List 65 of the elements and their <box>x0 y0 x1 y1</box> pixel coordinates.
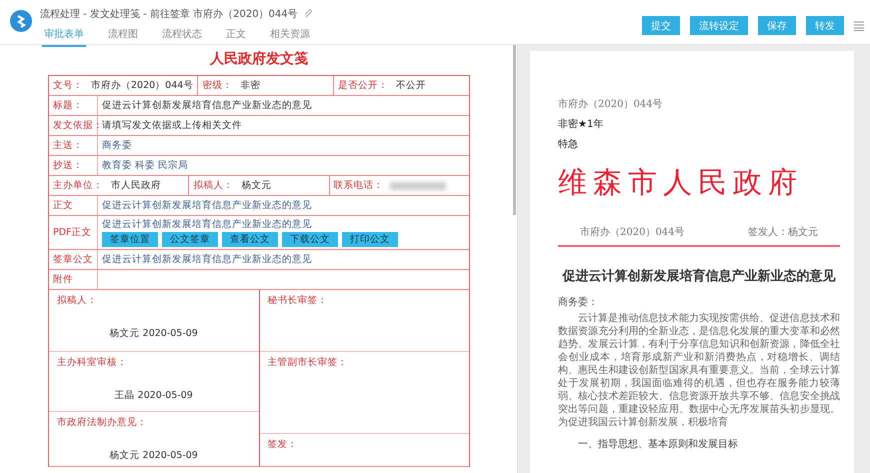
document-action-button[interactable]: 公文签章 <box>162 232 218 247</box>
field-value: 非密 <box>239 79 262 92</box>
app-logo-icon <box>10 10 32 32</box>
field-label: 签章公文 <box>49 250 98 269</box>
action-button[interactable]: 保存 <box>758 16 796 35</box>
urgency-level: 特急 <box>558 138 579 151</box>
action-button[interactable]: 提交 <box>642 16 680 35</box>
field-label: 秘书长审签： <box>266 294 328 307</box>
tab[interactable]: 流程状态 <box>160 25 204 47</box>
salutation-text: 商务委： <box>558 296 599 309</box>
document-number: 市府办（2020）044号 <box>580 226 685 239</box>
document-action-button[interactable]: 打印公文 <box>342 232 398 247</box>
window-title: 流程处理 - 发文处理笺 - 前往签章 市府办（2020）044号 <box>40 8 298 21</box>
field-value: 请填写发文依据或上传相关文件 <box>101 119 243 133</box>
field-label: 市政府法制办意见： <box>56 416 148 429</box>
document-link[interactable]: 促进云计算创新发展培育信息产业新业态的意见 <box>102 218 398 231</box>
tab[interactable]: 审批表单 <box>42 25 86 47</box>
field-value: 杨文元 <box>240 179 272 192</box>
document-action-button[interactable]: 签章位置 <box>102 232 158 247</box>
document-title: 促进云计算创新发展培育信息产业新业态的意见 <box>561 268 836 285</box>
field-label: 附件 <box>49 270 98 289</box>
tab[interactable]: 相关资源 <box>268 25 312 47</box>
action-button[interactable]: 流转设定 <box>690 16 748 35</box>
field-value: 市府办（2020）044号 <box>90 79 194 92</box>
field-value: 教育委 科委 民宗局 <box>101 158 190 173</box>
field-label: 联系电话： <box>332 179 385 192</box>
signature-text: 王晶 2020-05-09 <box>114 389 193 402</box>
paperclip-icon[interactable] <box>304 9 314 19</box>
scrollbar[interactable] <box>513 45 516 215</box>
document-number: 市府办（2020）044号 <box>558 98 664 111</box>
field-label: 发文依据： <box>49 116 98 135</box>
issuer-heading: 维森市人民政府 <box>558 164 804 201</box>
field-value: 市人民政府 <box>110 179 162 192</box>
list-menu-icon[interactable] <box>854 20 864 30</box>
signature-text: 杨文元 2020-05-09 <box>110 327 198 340</box>
field-label: 正文 <box>49 196 98 215</box>
document-action-button[interactable]: 查看公文 <box>222 232 278 247</box>
field-label: 主送： <box>49 136 98 155</box>
field-label: 签发： <box>266 438 298 451</box>
field-label: 标题： <box>49 96 98 115</box>
field-value: 商务委 <box>101 139 133 153</box>
field-label: 主办单位： <box>52 179 104 192</box>
field-label: 拟稿人： <box>56 294 98 307</box>
field-label: 主管副市长审签： <box>266 356 348 369</box>
field-label: 拟稿人： <box>192 179 234 192</box>
field-label: 抄送： <box>49 156 98 175</box>
field-value: 不公开 <box>395 79 428 92</box>
secrecy-level: 非密★1年 <box>558 118 604 131</box>
signature-text: 杨文元 2020-05-09 <box>110 449 198 462</box>
field-label: 密级： <box>201 79 234 92</box>
document-link[interactable]: 促进云计算创新发展培育信息产业新业态的意见 <box>98 250 316 269</box>
action-button[interactable]: 转发 <box>806 16 844 35</box>
body-paragraph: 云计算是推动信息技术能力实现按需供给、促进信息技术和数据资源充分利用的全新业态，是信息化发展的重大变革和必然趋势。发展云计算，有利于分享信息知识和创新资源，降低全社会创业成本，培育形成新产业和新消费热点，对稳增长、调结构、惠民生和建设创新型国家具有重要意义。当前，全球云计算处于发展初期，我国面临难得的机遇，但也存在服务能力较薄弱、核心技术差距较大、信息资源开放共享不够、信息安全挑战突出等问题，重建设轻应用、数据中心无序发展苗头初步显现。为促进我国云计算创新发展，积极培育 <box>558 312 840 429</box>
field-label: 主办科室审核： <box>56 356 128 369</box>
tab[interactable]: 正文 <box>224 25 248 47</box>
document-action-button[interactable]: 下载公文 <box>282 232 338 247</box>
form-title: 人民政府发文笺 <box>208 50 309 68</box>
section-heading: 一、指导思想、基本原则和发展目标 <box>577 438 739 451</box>
tab[interactable]: 流程图 <box>106 25 140 47</box>
field-label: 是否公开： <box>337 79 390 92</box>
field-label: 文号： <box>52 79 84 92</box>
field-value: 促进云计算创新发展培育信息产业新业态的意见 <box>101 98 313 113</box>
signer-text: 签发人：杨文元 <box>748 226 818 239</box>
document-link[interactable]: 促进云计算创新发展培育信息产业新业态的意见 <box>98 196 316 215</box>
field-label: PDF正文 <box>49 216 98 249</box>
